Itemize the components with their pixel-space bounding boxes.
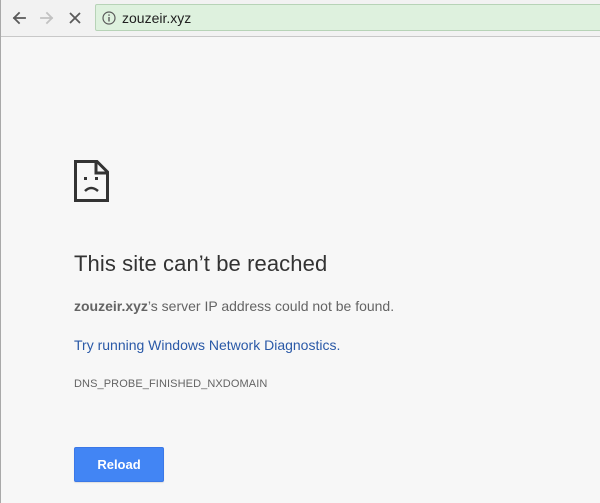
address-bar[interactable]: zouzeir.xyz	[95, 4, 600, 31]
reload-button[interactable]: Reload	[74, 447, 164, 482]
error-code: DNS_PROBE_FINISHED_NXDOMAIN	[74, 378, 268, 390]
sad-page-icon	[74, 160, 109, 202]
page-title: This site can’t be reached	[74, 251, 328, 276]
info-icon[interactable]	[102, 10, 116, 25]
forward-button[interactable]	[35, 6, 59, 30]
back-arrow-icon	[12, 11, 26, 25]
url-text[interactable]: zouzeir.xyz	[122, 10, 191, 26]
browser-window: zouzeir.xyz This site can’t be reached z…	[0, 0, 600, 503]
browser-toolbar: zouzeir.xyz	[1, 0, 600, 37]
error-page-content: This site can’t be reached zouzeir.xyz’s…	[1, 37, 600, 503]
network-diagnostics-link[interactable]: Try running Windows Network Diagnostics.	[74, 337, 340, 353]
forward-arrow-icon	[40, 11, 54, 25]
stop-loading-button[interactable]	[63, 6, 87, 30]
back-button[interactable]	[7, 6, 31, 30]
error-summary-text: ’s server IP address could not be found.	[147, 298, 395, 314]
stop-x-icon	[69, 12, 81, 24]
error-summary: zouzeir.xyz’s server IP address could no…	[74, 298, 394, 314]
error-host: zouzeir.xyz	[74, 298, 148, 314]
